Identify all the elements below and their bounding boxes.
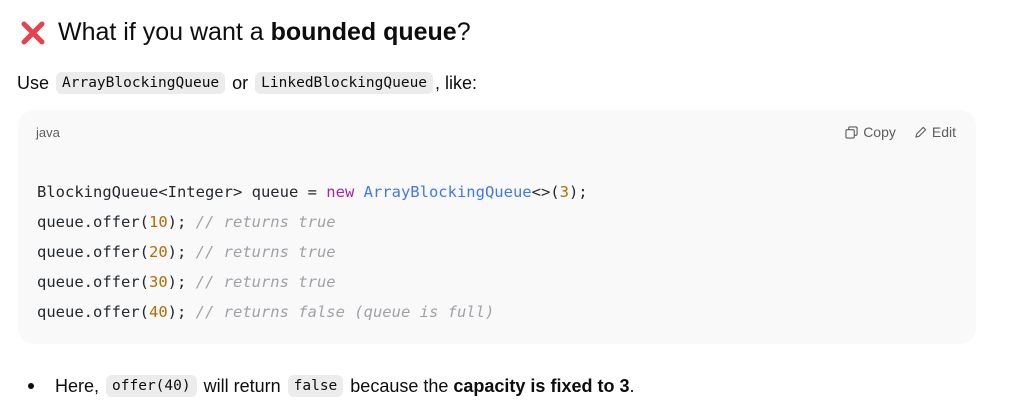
edit-label: Edit [931,124,956,140]
copy-icon [845,125,858,139]
inline-code: ArrayBlockingQueue [56,72,226,94]
heading-text: What if you want a bounded queue? [58,18,471,46]
inline-code: offer(40) [106,375,197,397]
bullet-dot [28,383,34,389]
code-line: queue.offer(10); // returns true [37,213,336,231]
code-block: java Copy Edit BlockingQueue<Integer> qu… [18,110,976,344]
copy-label: Copy [863,124,896,140]
edit-button[interactable]: Edit [914,124,956,140]
code-line: BlockingQueue<Integer> queue = new Array… [37,183,588,201]
intro-paragraph: Use ArrayBlockingQueue or LinkedBlocking… [17,72,478,94]
inline-code: false [287,375,344,397]
section-heading: What if you want a bounded queue? [20,18,471,47]
pencil-icon [915,126,927,138]
code-actions: Copy Edit [845,124,956,140]
code-line: queue.offer(40); // returns false (queue… [37,303,495,321]
bullet-item: Here, offer(40) will return false becaus… [28,375,634,397]
code-language-label: java [36,125,60,140]
code-line: queue.offer(30); // returns true [37,273,336,291]
inline-code: LinkedBlockingQueue [255,72,434,94]
code-line: queue.offer(20); // returns true [37,243,336,261]
code-content: BlockingQueue<Integer> queue = new Array… [37,177,588,327]
cross-mark-icon [20,20,46,46]
copy-button[interactable]: Copy [845,124,896,140]
